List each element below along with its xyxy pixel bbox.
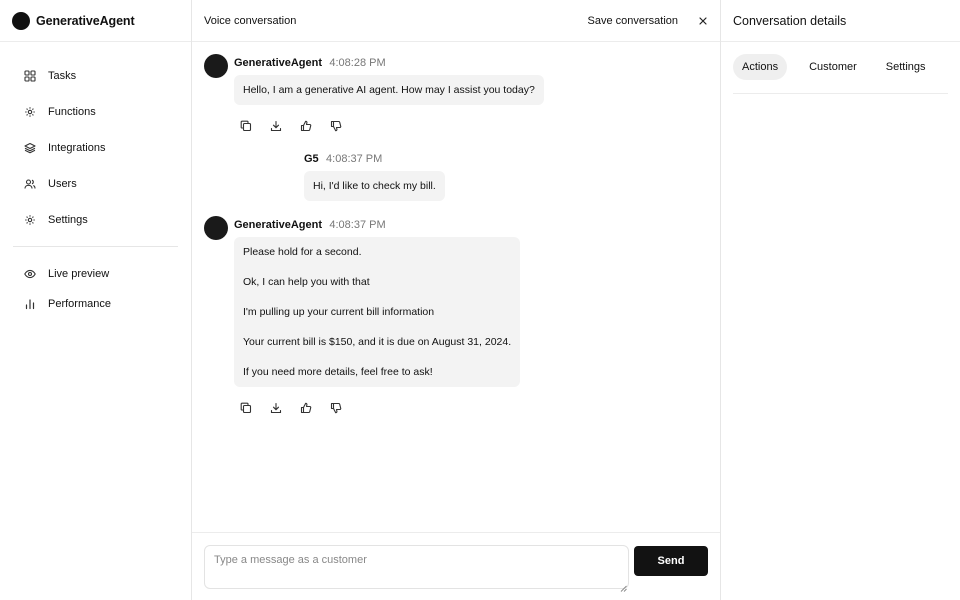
- agent-message: GenerativeAgent 4:08:28 PM Hello, I am a…: [192, 42, 720, 142]
- sidebar-item-label: Users: [48, 178, 77, 190]
- message-text: Please hold for a second.: [243, 246, 362, 258]
- grid-icon: [24, 70, 36, 82]
- conversation-title: Voice conversation: [204, 14, 297, 27]
- resize-handle-icon[interactable]: [620, 581, 627, 592]
- message-composer: Send: [192, 532, 720, 600]
- brand[interactable]: GenerativeAgent: [0, 0, 191, 42]
- brand-logo: [12, 11, 30, 30]
- message-time: 4:08:28 PM: [329, 57, 386, 69]
- message-sender: GenerativeAgent: [234, 219, 323, 231]
- message-header: GenerativeAgent 4:08:28 PM: [234, 55, 386, 69]
- message-text: Hi, I'd like to check my bill.: [313, 180, 436, 192]
- message-text: Your current bill is $150, and it is due…: [243, 336, 512, 348]
- avatar: [204, 216, 228, 240]
- download-icon[interactable]: [270, 120, 282, 132]
- layers-icon: [24, 142, 36, 154]
- conversation-header: Voice conversation Save conversation: [192, 0, 720, 42]
- message-text: If you need more details, feel free to a…: [243, 366, 433, 378]
- sidebar-item-functions[interactable]: Functions: [0, 94, 191, 130]
- message-bubble: Hi, I'd like to check my bill.: [304, 171, 445, 201]
- secondary-nav: Live preview Performance: [0, 259, 191, 319]
- primary-nav: Tasks Functions Integrations Users Setti…: [0, 42, 191, 238]
- tab-customer[interactable]: Customer: [800, 54, 866, 80]
- message-time: 4:08:37 PM: [326, 153, 383, 165]
- sidebar-item-label: Integrations: [48, 142, 106, 154]
- avatar: [204, 54, 228, 78]
- message-time: 4:08:37 PM: [329, 219, 386, 231]
- sidebar-item-tasks[interactable]: Tasks: [0, 58, 191, 94]
- customer-message: G5 4:08:37 PM Hi, I'd like to check my b…: [192, 142, 720, 206]
- copy-icon[interactable]: [240, 402, 252, 414]
- message-actions: [240, 120, 360, 132]
- message-bubble: Hello, I am a generative AI agent. How m…: [234, 75, 544, 105]
- brand-name: GenerativeAgent: [36, 13, 135, 28]
- nav-divider: [13, 246, 178, 247]
- message-header: GenerativeAgent 4:08:37 PM: [234, 217, 386, 231]
- gear-icon: [24, 214, 36, 226]
- message-text: I'm pulling up your current bill informa…: [243, 306, 435, 318]
- sidebar-item-label: Settings: [48, 214, 88, 226]
- eye-icon: [24, 268, 36, 280]
- thumbs-up-icon[interactable]: [300, 120, 312, 132]
- message-header: G5 4:08:37 PM: [304, 151, 382, 165]
- thumbs-down-icon[interactable]: [330, 120, 342, 132]
- sidebar-item-label: Live preview: [48, 268, 110, 280]
- agent-message: GenerativeAgent 4:08:37 PM Please hold f…: [192, 206, 720, 426]
- save-conversation-button[interactable]: Save conversation: [588, 15, 679, 27]
- conversation-pane: Voice conversation Save conversation Gen…: [192, 0, 721, 600]
- close-icon[interactable]: [698, 16, 708, 26]
- details-pane: Conversation details Actions Customer Se…: [721, 0, 960, 600]
- message-sender: G5: [304, 153, 319, 165]
- message-actions: [240, 402, 360, 414]
- thumbs-down-icon[interactable]: [330, 402, 342, 414]
- users-icon: [24, 178, 36, 190]
- details-tabs: Actions Customer Settings: [733, 54, 948, 94]
- message-list: GenerativeAgent 4:08:28 PM Hello, I am a…: [192, 42, 720, 532]
- sidebar-item-settings[interactable]: Settings: [0, 202, 191, 238]
- message-text: Hello, I am a generative AI agent. How m…: [243, 84, 535, 96]
- message-bubble: Please hold for a second. Ok, I can help…: [234, 237, 521, 387]
- message-text: Ok, I can help you with that: [243, 276, 370, 288]
- tab-actions[interactable]: Actions: [733, 54, 788, 80]
- download-icon[interactable]: [270, 402, 282, 414]
- send-button[interactable]: Send: [634, 546, 708, 576]
- gear-icon: [24, 106, 36, 118]
- bar-chart-icon: [24, 298, 36, 310]
- message-sender: GenerativeAgent: [234, 57, 323, 69]
- sidebar-item-performance[interactable]: Performance: [0, 289, 191, 319]
- details-title: Conversation details: [733, 13, 847, 28]
- sidebar-item-label: Performance: [48, 298, 111, 310]
- details-header: Conversation details: [721, 0, 960, 42]
- sidebar-item-label: Tasks: [48, 70, 77, 82]
- sidebar-item-integrations[interactable]: Integrations: [0, 130, 191, 166]
- copy-icon[interactable]: [240, 120, 252, 132]
- thumbs-up-icon[interactable]: [300, 402, 312, 414]
- sidebar-item-live-preview[interactable]: Live preview: [0, 259, 191, 289]
- sidebar: GenerativeAgent Tasks Functions Integrat…: [0, 0, 192, 600]
- sidebar-item-label: Functions: [48, 106, 96, 118]
- tab-settings[interactable]: Settings: [877, 54, 935, 80]
- message-input[interactable]: [204, 545, 629, 589]
- sidebar-item-users[interactable]: Users: [0, 166, 191, 202]
